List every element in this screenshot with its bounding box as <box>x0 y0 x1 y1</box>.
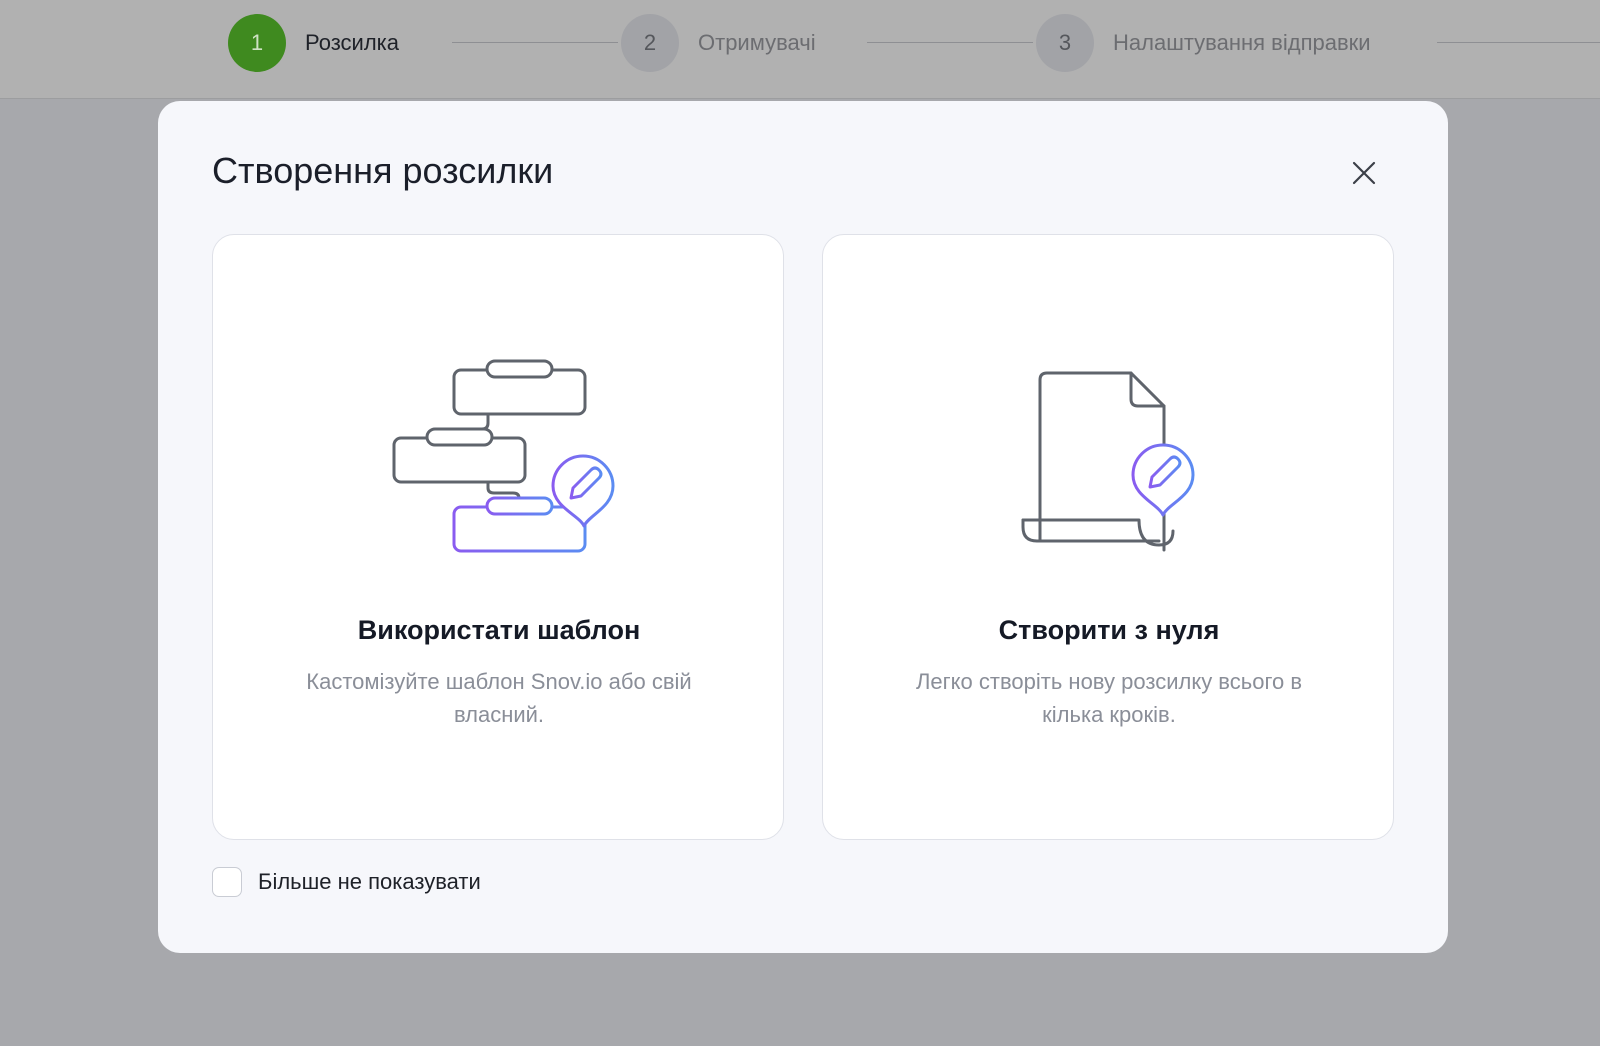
stepper-bar: 1 Розсилка 2 Отримувачі 3 Налаштування в… <box>0 0 1600 99</box>
create-from-scratch-card[interactable]: Створити з нуля Легко створіть нову розс… <box>822 234 1394 840</box>
step-connector <box>452 42 618 43</box>
step-2-label[interactable]: Отримувачі <box>698 29 816 57</box>
modal-title: Створення розсилки <box>212 150 554 191</box>
step-connector <box>1437 42 1600 43</box>
use-template-card[interactable]: Використати шаблон Кастомізуйте шаблон S… <box>212 234 784 840</box>
dont-show-again-label: Більше не показувати <box>258 869 481 894</box>
step-1-number[interactable]: 1 <box>228 14 286 72</box>
close-button[interactable] <box>1346 155 1382 191</box>
close-icon <box>1352 161 1376 185</box>
create-campaign-modal: Створення розсилки Використати шаблон Ка… <box>158 101 1448 953</box>
use-template-title: Використати шаблон <box>357 615 641 645</box>
use-template-description: Кастомізуйте шаблон Snov.io або свій вла… <box>306 669 692 727</box>
step-3-label[interactable]: Налаштування відправки <box>1113 29 1371 57</box>
dont-show-again-row[interactable]: Більше не показувати <box>212 865 481 899</box>
step-connector <box>867 42 1033 43</box>
create-from-scratch-description: Легко створіть нову розсилку всього в кі… <box>915 669 1303 727</box>
blank-document-icon <box>1021 371 1195 552</box>
step-2-number[interactable]: 2 <box>621 14 679 72</box>
step-1-label[interactable]: Розсилка <box>305 29 399 57</box>
create-from-scratch-title: Створити з нуля <box>998 615 1220 645</box>
step-3-number[interactable]: 3 <box>1036 14 1094 72</box>
dont-show-again-checkbox[interactable] <box>212 867 242 897</box>
template-blocks-icon <box>392 359 615 553</box>
